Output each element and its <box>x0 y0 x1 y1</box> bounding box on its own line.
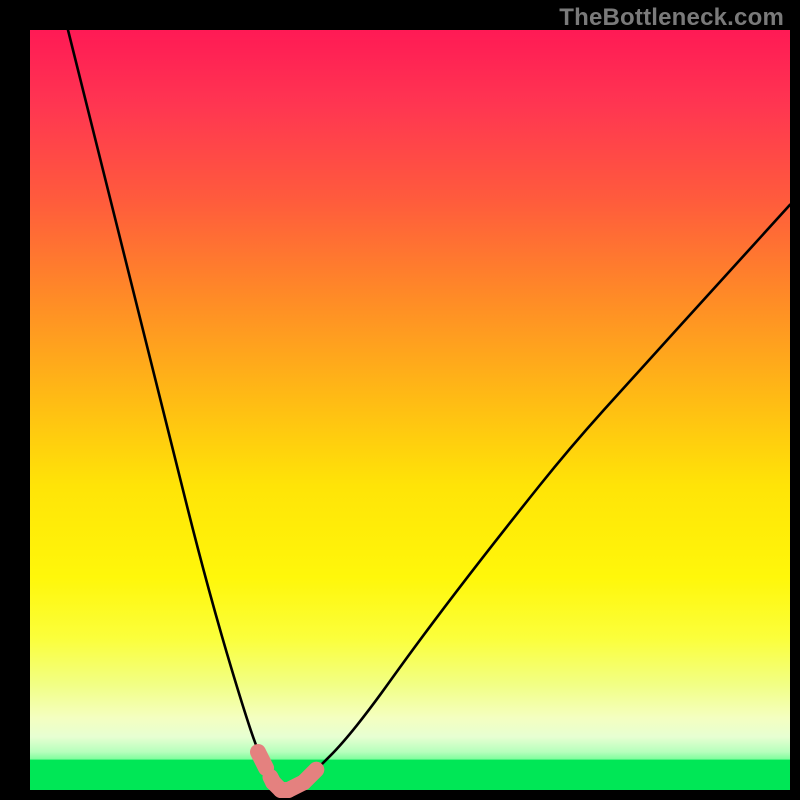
highlight-segment <box>304 767 319 782</box>
chart-frame: TheBottleneck.com <box>0 0 800 800</box>
plot-background <box>30 30 790 790</box>
bottleneck-chart <box>0 0 800 800</box>
green-zone <box>30 760 790 790</box>
